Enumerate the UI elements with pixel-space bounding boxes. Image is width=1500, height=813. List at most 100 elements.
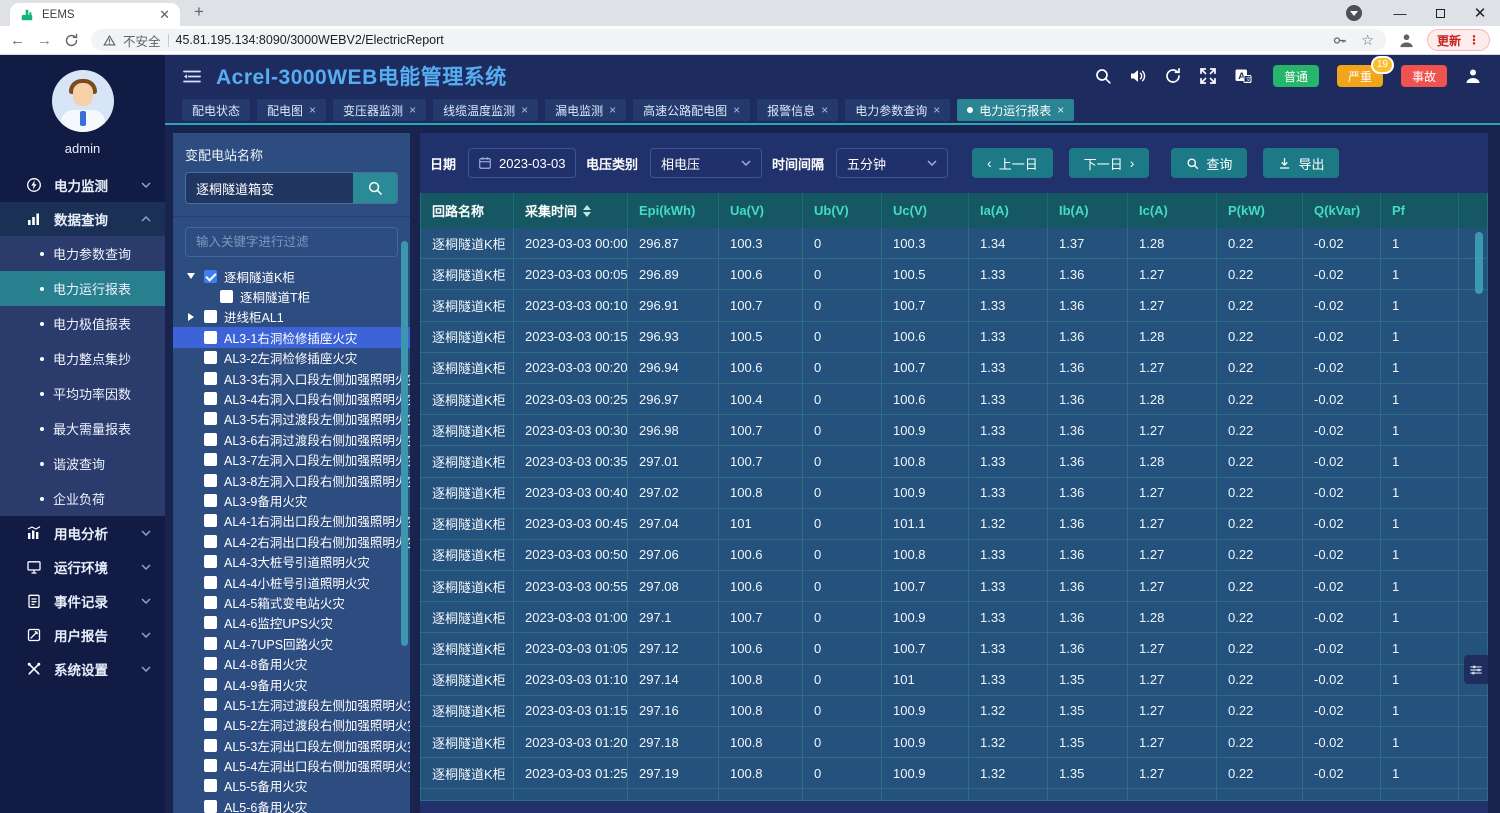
alarm-button-事故[interactable]: 事故 [1401,65,1447,87]
sidebar-subitem-电力运行报表[interactable]: 电力运行报表 [0,271,165,306]
column-settings-button[interactable] [1464,655,1488,684]
tab-close-icon[interactable]: × [733,103,740,117]
window-restore-button[interactable] [1420,6,1460,21]
date-picker[interactable]: 2023-03-03 [468,148,576,178]
tab-线缆温度监测[interactable]: 线缆温度监测× [433,99,538,121]
window-close-button[interactable]: ✕ [1460,4,1500,22]
tree-node-AL5-2左洞过渡段右侧加强照明火灾[interactable]: AL5-2左洞过渡段右侧加强照明火灾 [173,715,410,735]
volume-icon[interactable] [1129,67,1147,85]
tree-checkbox[interactable] [204,759,217,772]
tree-node-AL4-2右洞出口段右侧加强照明火灾[interactable]: AL4-2右洞出口段右侧加强照明火灾 [173,531,410,551]
forward-button[interactable]: → [37,32,52,49]
table-row[interactable]: 逐桐隧道K柜2023-03-03 01:15297.16100.80100.91… [421,696,1487,727]
table-row[interactable]: 逐桐隧道K柜2023-03-03 01:25297.19100.80100.91… [421,758,1487,789]
next-day-button[interactable]: 下一日 › [1069,148,1150,178]
tree-node-AL3-4右洞入口段右侧加强照明火灾[interactable]: AL3-4右洞入口段右侧加强照明火灾 [173,388,410,408]
tree-node-AL4-6监控UPS火灾[interactable]: AL4-6监控UPS火灾 [173,613,410,633]
prev-day-button[interactable]: ‹ 上一日 [972,148,1053,178]
tree-checkbox[interactable] [204,310,217,323]
alarm-button-普通[interactable]: 普通 [1273,65,1319,87]
fullscreen-icon[interactable] [1199,67,1217,85]
table-row[interactable]: 逐桐隧道K柜2023-03-03 00:50297.06100.60100.81… [421,540,1487,571]
tab-close-icon[interactable]: × [409,103,416,117]
export-button[interactable]: 导出 [1263,148,1339,178]
sidebar-item-系统设置[interactable]: 系统设置 [0,652,165,686]
tab-close-icon[interactable]: × [933,103,940,117]
tree-scrollbar[interactable] [401,241,408,646]
new-tab-button[interactable]: + [194,2,204,22]
tree-node-AL5-5备用火灾[interactable]: AL5-5备用火灾 [173,776,410,796]
voltage-type-select[interactable]: 相电压 [650,148,762,178]
expander-down-icon[interactable] [185,273,197,279]
tree-checkbox[interactable] [204,657,217,670]
tab-变压器监测[interactable]: 变压器监测× [333,99,426,121]
tree-checkbox[interactable] [204,555,217,568]
station-search-input[interactable] [186,173,353,203]
tree-checkbox[interactable] [220,290,233,303]
tree-node-逐桐隧道K柜[interactable]: 逐桐隧道K柜 [173,266,410,286]
tree-node-AL3-3右洞入口段左侧加强照明火灾[interactable]: AL3-3右洞入口段左侧加强照明火灾 [173,368,410,388]
browser-menu-icon[interactable]: ⋮ [1468,33,1480,47]
tree-node-AL3-5右洞过渡段左侧加强照明火灾[interactable]: AL3-5右洞过渡段左侧加强照明火灾 [173,409,410,429]
browser-tab[interactable]: EEMS ✕ [10,3,180,26]
tree-node-AL4-3大桩号引道照明火灾[interactable]: AL4-3大桩号引道照明火灾 [173,551,410,571]
tab-电力参数查询[interactable]: 电力参数查询× [845,99,950,121]
tree-checkbox[interactable] [204,535,217,548]
tree-checkbox[interactable] [204,678,217,691]
password-key-icon[interactable] [1332,33,1347,48]
expander-right-icon[interactable] [185,313,197,321]
station-search-button[interactable] [353,173,397,203]
table-row[interactable]: 逐桐隧道K柜2023-03-03 00:00296.87100.30100.31… [421,228,1487,259]
table-row[interactable]: 逐桐隧道K柜2023-03-03 00:15296.93100.50100.61… [421,322,1487,353]
tree-node-AL5-6备用火灾[interactable]: AL5-6备用火灾 [173,796,410,813]
tree-checkbox[interactable] [204,270,217,283]
sidebar-subitem-企业负荷[interactable]: 企业负荷 [0,481,165,516]
table-row[interactable]: 逐桐隧道K柜2023-03-03 00:20296.94100.60100.71… [421,353,1487,384]
tab-高速公路配电图[interactable]: 高速公路配电图× [633,99,750,121]
sidebar-item-电力监测[interactable]: 电力监测 [0,168,165,202]
tab-close-icon[interactable]: × [309,103,316,117]
tree-node-逐桐隧道T柜[interactable]: 逐桐隧道T柜 [173,286,410,306]
refresh-icon[interactable] [1164,67,1182,85]
tree-checkbox[interactable] [204,372,217,385]
sidebar-subitem-电力极值报表[interactable]: 电力极值报表 [0,306,165,341]
tree-checkbox[interactable] [204,637,217,650]
tree-checkbox[interactable] [204,718,217,731]
tree-node-AL3-9备用火灾[interactable]: AL3-9备用火灾 [173,490,410,510]
table-row[interactable]: 逐桐隧道K柜2023-03-03 00:45297.041010101.11.3… [421,509,1487,540]
table-row[interactable]: 逐桐隧道K柜2023-03-03 01:20297.18100.80100.91… [421,727,1487,758]
tab-报警信息[interactable]: 报警信息× [757,99,838,121]
tree-node-AL5-4左洞出口段右侧加强照明火灾[interactable]: AL5-4左洞出口段右侧加强照明火灾 [173,755,410,775]
table-row[interactable]: 逐桐隧道K柜2023-03-03 01:10297.14100.801011.3… [421,665,1487,696]
sidebar-item-运行环境[interactable]: 运行环境 [0,550,165,584]
window-minimize-button[interactable]: — [1380,6,1420,21]
table-row[interactable]: 逐桐隧道K柜2023-03-03 01:05297.12100.60100.71… [421,633,1487,664]
tab-close-icon[interactable]: × [821,103,828,117]
tree-node-AL3-8左洞入口段右侧加强照明火灾[interactable]: AL3-8左洞入口段右侧加强照明火灾 [173,470,410,490]
tree-node-AL3-1右洞检修插座火灾[interactable]: AL3-1右洞检修插座火灾 [173,327,410,347]
translate-icon[interactable]: A文 [1234,67,1252,85]
column-header-采集时间[interactable]: 采集时间 [514,193,628,228]
back-button[interactable]: ← [10,32,25,49]
alarm-button-严重[interactable]: 严重19 [1337,65,1383,87]
tree-checkbox[interactable] [204,739,217,752]
tree-checkbox[interactable] [204,698,217,711]
table-row[interactable]: 逐桐隧道K柜2023-03-03 00:10296.91100.70100.71… [421,290,1487,321]
tree-node-AL5-1左洞过渡段左侧加强照明火灾[interactable]: AL5-1左洞过渡段左侧加强照明火灾 [173,694,410,714]
bookmark-star-icon[interactable]: ☆ [1361,32,1374,49]
tree-node-AL4-8备用火灾[interactable]: AL4-8备用火灾 [173,653,410,673]
tree-node-AL4-9备用火灾[interactable]: AL4-9备用火灾 [173,674,410,694]
tab-close-icon[interactable]: × [609,103,616,117]
sidebar-item-用电分析[interactable]: 用电分析 [0,516,165,550]
address-bar[interactable]: 不安全 45.81.195.134:8090/3000WEBV2/Electri… [91,29,1386,51]
user-icon[interactable] [1464,67,1482,85]
table-row[interactable]: 逐桐隧道K柜2023-03-03 00:05296.89100.60100.51… [421,259,1487,290]
tree-checkbox[interactable] [204,351,217,364]
tree-node-AL5-3左洞出口段左侧加强照明火灾[interactable]: AL5-3左洞出口段左侧加强照明火灾 [173,735,410,755]
interval-select[interactable]: 五分钟 [836,148,948,178]
tree-checkbox[interactable] [204,453,217,466]
tree-node-AL3-7左洞入口段左侧加强照明火灾[interactable]: AL3-7左洞入口段左侧加强照明火灾 [173,450,410,470]
tab-漏电监测[interactable]: 漏电监测× [545,99,626,121]
table-row[interactable]: 逐桐隧道K柜2023-03-03 00:55297.08100.60100.71… [421,571,1487,602]
sidebar-subitem-电力参数查询[interactable]: 电力参数查询 [0,236,165,271]
